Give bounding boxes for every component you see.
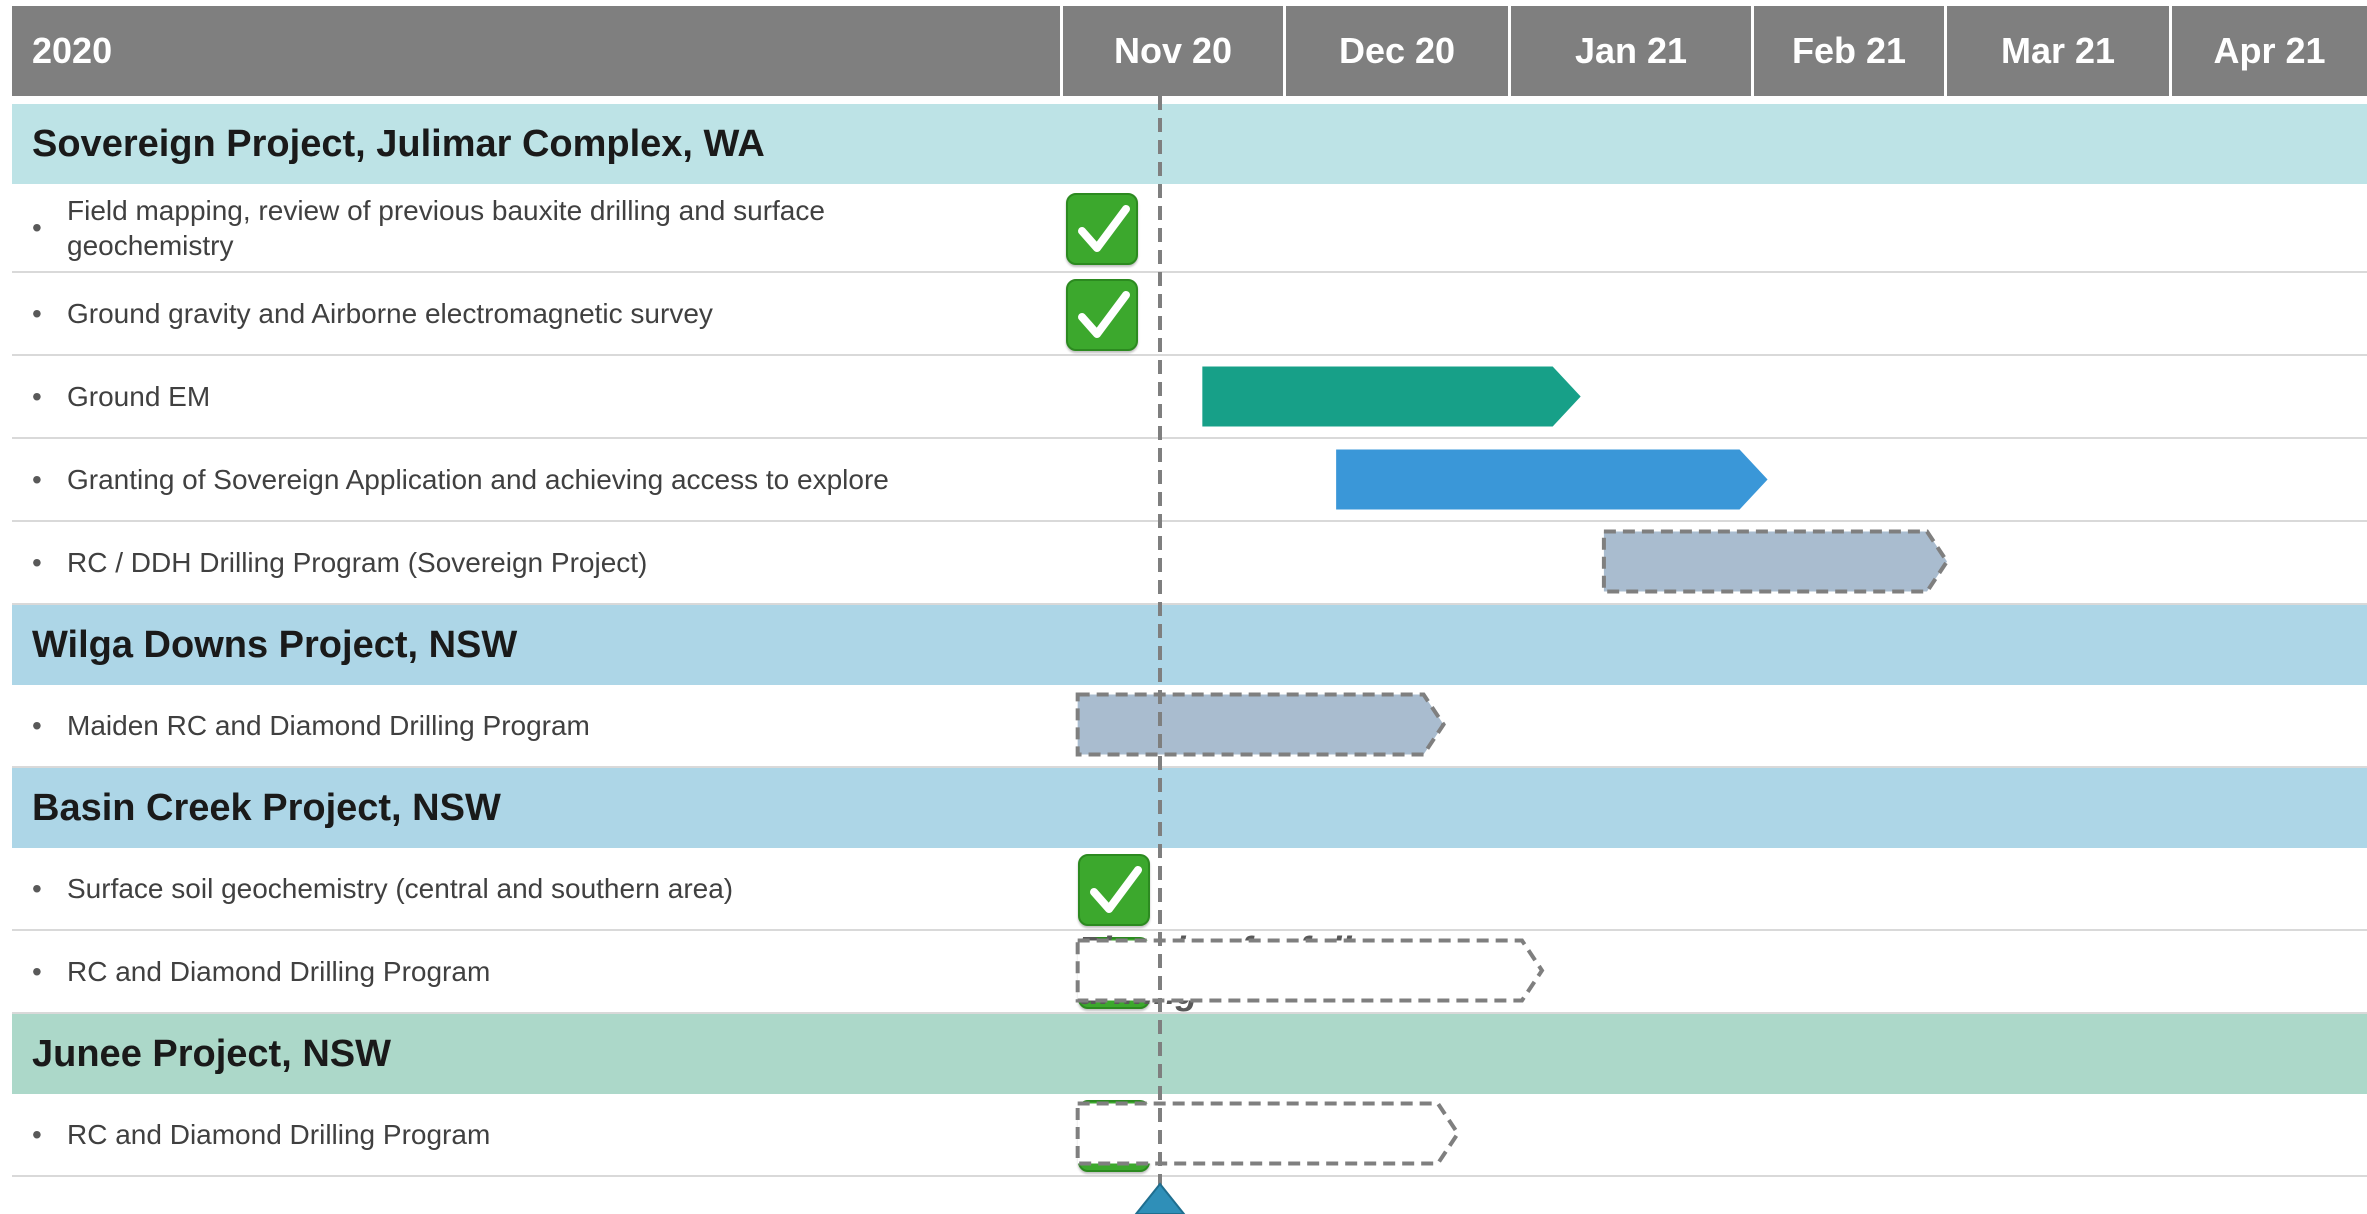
task-label: Field mapping, review of previous bauxit… <box>67 194 825 261</box>
checkmark-icon <box>1066 278 1138 351</box>
bullet: • <box>32 297 42 329</box>
bullet: • <box>32 463 42 495</box>
bullet: • <box>32 1118 42 1150</box>
task-row: • RC / DDH Drilling Program (Sovereign Pr… <box>12 522 2367 605</box>
task-label: Surface soil geochemistry (central and s… <box>67 873 734 904</box>
bullet: • <box>32 380 42 412</box>
bar-label: Drilling Scheduled <box>1607 540 1924 582</box>
bar-label: Planning for follow-up drilling <box>1077 928 1458 1012</box>
checkmark-icon <box>1078 853 1150 926</box>
task-row: • Granting of Sovereign Application and a… <box>12 439 2367 522</box>
bullet: • <box>32 955 42 987</box>
bar-label-box: Drilling Scheduled <box>1078 695 1424 755</box>
month-header: Nov 20 <box>1063 6 1283 96</box>
bar-label: Drilling Scheduled <box>1092 703 1409 745</box>
task-row: • Surface soil geochemistry (central and … <box>12 848 2367 931</box>
month-header: Mar 21 <box>1947 6 2169 96</box>
section-header: Junee Project, NSW <box>12 1014 2367 1094</box>
section-header: Sovereign Project, Julimar Complex, WA <box>12 104 2367 184</box>
month-header: Dec 20 <box>1286 6 1508 96</box>
bar-label: Awaiting assays <box>1117 1112 1398 1154</box>
today-marker-icon <box>1134 1182 1186 1214</box>
checkmark-icon <box>1066 192 1138 265</box>
bar-label-box: Awaiting assays <box>1078 1104 1438 1164</box>
section-header: Wilga Downs Project, NSW <box>12 605 2367 685</box>
month-header: Apr 21 <box>2172 6 2367 96</box>
bar-label-box: Drilling Scheduled <box>1604 532 1927 592</box>
task-label: Ground EM <box>67 381 211 412</box>
month-header: Jan 21 <box>1511 6 1751 96</box>
task-label: Granting of Sovereign Application and ac… <box>67 464 889 495</box>
task-row: • Ground gravity and Airborne electromagn… <box>12 273 2367 356</box>
year-header: 2020 <box>12 6 1060 96</box>
task-label: Ground gravity and Airborne electromagne… <box>67 298 713 329</box>
bullet: • <box>32 211 42 243</box>
gantt-chart: 2020 Nov 20 Dec 20 Jan 21 Feb 21 Mar 21 Apr 2… <box>0 0 2367 1214</box>
bullet: • <box>32 872 42 904</box>
task-label: RC and Diamond Drilling Program <box>67 956 491 987</box>
section-header: Basin Creek Project, NSW <box>12 768 2367 848</box>
task-label: RC / DDH Drilling Program (Sovereign Pro… <box>67 547 648 578</box>
task-label: RC and Diamond Drilling Program <box>67 1119 491 1150</box>
task-label: Maiden RC and Diamond Drilling Program <box>67 710 590 741</box>
bullet: • <box>32 709 42 741</box>
task-row: • Field mapping, review of previous bauxi… <box>12 184 2367 273</box>
bullet: • <box>32 546 42 578</box>
bar-label-box: Planning for follow-up drilling <box>1077 928 1522 1012</box>
task-row: • Ground EM <box>12 356 2367 439</box>
month-header: Feb 21 <box>1754 6 1944 96</box>
